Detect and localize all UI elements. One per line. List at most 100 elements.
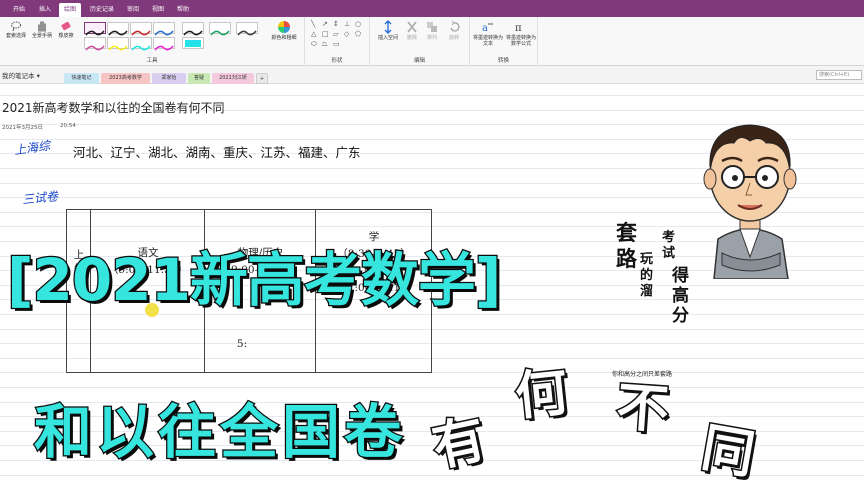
hand-icon <box>38 21 46 32</box>
pen-swatch[interactable] <box>236 22 258 36</box>
diamond-shape-icon[interactable]: ◇ <box>344 30 349 38</box>
tab-draw[interactable]: 绘图 <box>59 3 82 17</box>
tab-insert[interactable]: 插入 <box>34 3 56 17</box>
svg-text:a: a <box>482 23 488 34</box>
arrow-shape-icon[interactable]: ↗ <box>322 20 328 28</box>
ink-to-math-button[interactable]: π 将墨迹转换为数学公式 <box>505 20 537 47</box>
table-fragment-cell: 5: <box>236 338 248 350</box>
ribbon-tab-bar: 开始 插入 绘图 历史记录 审阅 视图 帮助 <box>0 0 864 17</box>
pen-swatch[interactable] <box>84 37 106 51</box>
section-tab[interactable]: 答疑 <box>188 73 210 84</box>
page-title[interactable]: 2021新高考数学和以往的全国卷有何不同 <box>2 99 225 116</box>
calligraphy-col1: 考试 <box>662 230 676 261</box>
eraser-button[interactable]: 橡皮擦 <box>56 20 76 39</box>
pen-swatch[interactable] <box>84 22 106 36</box>
delete-label: 删除 <box>406 35 417 41</box>
insert-space-label: 插入空间 <box>377 35 398 41</box>
ink-to-math-label: 将墨迹转换为数学公式 <box>505 35 536 47</box>
convert-group: a 将墨迹转换为文本 π 将墨迹转换为数学公式 转换 <box>470 17 538 66</box>
pen-swatch[interactable] <box>107 22 129 36</box>
handwriting-note-1: 上海综 <box>13 138 51 158</box>
pentagon-shape-icon[interactable]: ⬠ <box>355 30 361 38</box>
square-shape-icon[interactable]: □ <box>322 30 329 38</box>
double-arrow-shape-icon[interactable]: ↕ <box>333 20 339 28</box>
pen-swatch[interactable] <box>153 37 175 51</box>
ruled-line <box>0 95 864 96</box>
tab-home[interactable]: 开始 <box>8 3 30 17</box>
rotate-icon <box>450 20 460 32</box>
lasso-select-button[interactable]: 套索选择 <box>4 20 28 39</box>
eraser-icon <box>61 21 71 31</box>
calligraphy-main: 套路 <box>616 220 637 271</box>
notebook-bar: 我的笔记本 ▾ 快速笔记 2023高考数学 郑家怡 答疑 2021刘江妍 + 搜索(Ct… <box>0 66 864 84</box>
palette-icon <box>278 21 290 33</box>
parallelogram-shape-icon[interactable]: ▱ <box>333 30 338 38</box>
pen-swatch[interactable] <box>130 22 152 36</box>
rectangle-shape-icon[interactable]: ▭ <box>333 40 340 48</box>
section-tab[interactable]: 2023高考数学 <box>101 73 150 84</box>
handwriting-note-2: 三试卷 <box>21 189 59 207</box>
pen-swatch[interactable] <box>153 22 175 36</box>
pen-swatch[interactable] <box>182 37 204 49</box>
circle-shape-icon[interactable]: ○ <box>355 20 361 28</box>
panning-hand-button[interactable]: 全景手柄 <box>30 20 54 39</box>
tab-history[interactable]: 历史记录 <box>85 3 119 17</box>
tools-group: 套索选择 全景手柄 橡皮擦 颜色和粗细 工具 <box>0 17 305 66</box>
tools-group-label: 工具 <box>146 58 158 64</box>
tab-help[interactable]: 帮助 <box>172 3 194 17</box>
axis-shape-icon[interactable]: ⊥ <box>344 20 350 28</box>
panning-hand-label: 全景手柄 <box>31 33 52 39</box>
subheadline-banner: 和以往全国卷 <box>33 397 407 468</box>
diagonal-char-1: 有 <box>426 408 492 481</box>
section-tab[interactable]: 2021刘江妍 <box>212 73 254 84</box>
page-canvas[interactable]: 2021新高考数学和以往的全国卷有何不同 2021年3月25日 20:54 上海… <box>0 85 864 486</box>
color-thickness-button[interactable]: 颜色和粗细 <box>266 20 302 41</box>
calligraphy-col2: 玩的溜 <box>640 252 654 299</box>
page-time: 20:54 <box>60 123 76 129</box>
pen-swatch[interactable] <box>182 22 204 36</box>
lasso-icon <box>11 21 21 32</box>
pen-swatch[interactable] <box>130 37 152 51</box>
shapes-group: ╲ ↗ ↕ ⊥ ○ △ □ ▱ ◇ ⬠ ⬭ ⏢ ▭ 形状 <box>305 17 370 66</box>
trapezoid-shape-icon[interactable]: ⏢ <box>322 40 328 48</box>
rotate-label: 旋转 <box>448 35 459 41</box>
line-shape-icon[interactable]: ╲ <box>311 20 315 28</box>
delete-icon <box>407 21 417 33</box>
calligraphy-col3: 得高分 <box>672 266 689 326</box>
triangle-shape-icon[interactable]: △ <box>311 30 316 38</box>
arrange-icon <box>427 22 437 32</box>
edit-group-label: 编辑 <box>413 58 425 64</box>
page-date: 2021年3月25日 <box>2 125 43 131</box>
delete-button[interactable]: 删除 <box>404 20 420 41</box>
svg-text:π: π <box>515 23 522 34</box>
section-tab[interactable]: 快速笔记 <box>64 73 99 84</box>
convert-group-label: 转换 <box>497 58 509 64</box>
add-section-button[interactable]: + <box>256 73 268 84</box>
arrange-label: 排列 <box>426 35 437 41</box>
diagonal-char-2: 何 <box>511 361 572 429</box>
pen-swatch[interactable] <box>209 22 231 36</box>
ribbon: 套索选择 全景手柄 橡皮擦 颜色和粗细 工具 ╲ ↗ ↕ ⊥ ○ △ □ ▱ ◇ <box>0 17 864 66</box>
notebook-selector[interactable]: 我的笔记本 ▾ <box>2 70 40 80</box>
tab-view[interactable]: 视图 <box>147 3 169 17</box>
pen-swatch[interactable] <box>107 37 129 51</box>
slogan-caption: 你和高分之间只差套路 <box>612 371 673 378</box>
ink-to-text-button[interactable]: a 将墨迹转换为文本 <box>473 20 503 47</box>
insert-space-button[interactable]: 插入空间 <box>374 20 402 41</box>
tab-review[interactable]: 审阅 <box>122 3 144 17</box>
lasso-select-label: 套索选择 <box>5 33 26 39</box>
arrange-button[interactable]: 排列 <box>424 20 440 41</box>
notebook-name: 我的笔记本 <box>2 72 35 80</box>
ink-to-text-label: 将墨迹转换为文本 <box>473 35 504 47</box>
color-thickness-label: 颜色和粗细 <box>271 35 297 41</box>
section-tab[interactable]: 郑家怡 <box>152 73 186 84</box>
insert-space-icon <box>384 20 392 34</box>
province-list: 河北、辽宁、湖北、湖南、重庆、江苏、福建、广东 <box>73 145 361 160</box>
eraser-label: 橡皮擦 <box>58 33 74 39</box>
diagonal-char-4: 同 <box>696 416 761 486</box>
rotate-button[interactable]: 旋转 <box>446 20 462 41</box>
ellipse-shape-icon[interactable]: ⬭ <box>311 40 317 48</box>
headline-banner: [2021新高考数学] <box>6 245 503 316</box>
edit-group: 插入空间 删除 排列 旋转 编辑 <box>370 17 470 66</box>
search-input[interactable]: 搜索(Ctrl+E) <box>816 70 862 80</box>
